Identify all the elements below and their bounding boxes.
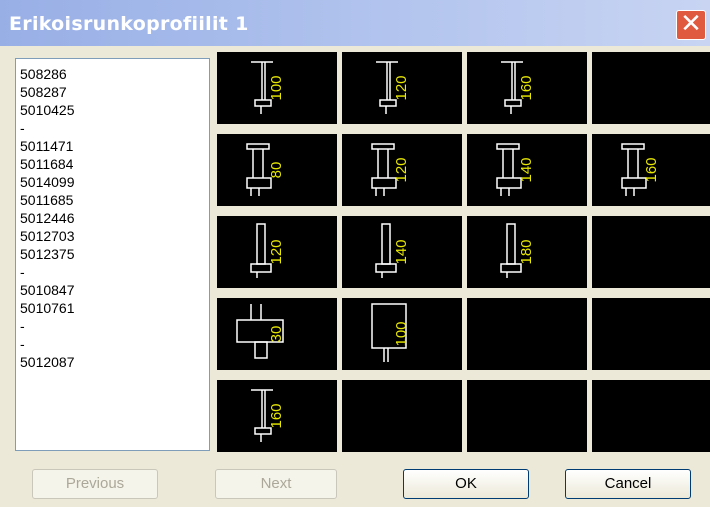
- profile-drawing: 120: [250, 223, 285, 278]
- list-item[interactable]: 5010425: [20, 101, 209, 119]
- profile-size-label: 120: [393, 157, 410, 182]
- profile-drawing: [592, 216, 710, 288]
- profile-thumbnail[interactable]: 160: [217, 380, 337, 452]
- ok-button[interactable]: OK: [403, 469, 529, 499]
- profile-drawing: 30: [236, 304, 285, 359]
- profile-thumbnail[interactable]: 180: [467, 216, 587, 288]
- window-title: Erikoisrunkoprofiilit 1: [9, 13, 249, 35]
- profile-size-label: 160: [643, 157, 660, 182]
- list-item[interactable]: 5012375: [20, 245, 209, 263]
- close-icon: ✕: [680, 9, 702, 39]
- profile-thumbnail[interactable]: 30: [217, 298, 337, 370]
- profile-drawing: [592, 52, 710, 124]
- profile-code-list[interactable]: 508286 508287 5010425-5011471 5011684 501409…: [15, 58, 210, 451]
- list-item[interactable]: 5010761: [20, 299, 209, 317]
- profile-thumbnail[interactable]: 80: [217, 134, 337, 206]
- empty-thumbnail[interactable]: [467, 298, 587, 370]
- list-item[interactable]: 508286: [20, 65, 209, 83]
- profile-drawing: 160: [251, 389, 285, 442]
- profile-drawing: 180: [500, 223, 535, 278]
- dialog-window: Erikoisrunkoprofiilit 1 ✕ 508286 508287 50…: [0, 0, 710, 507]
- profile-size-label: 100: [393, 321, 410, 346]
- profile-thumbnail[interactable]: 120: [342, 134, 462, 206]
- list-item[interactable]: 5010847: [20, 281, 209, 299]
- profile-drawing: 80: [246, 143, 285, 196]
- empty-thumbnail[interactable]: [592, 216, 710, 288]
- profile-size-label: 30: [268, 326, 285, 343]
- empty-thumbnail[interactable]: [592, 52, 710, 124]
- list-item[interactable]: 5011471: [20, 137, 209, 155]
- title-bar: Erikoisrunkoprofiilit 1 ✕: [0, 0, 710, 46]
- profile-size-label: 140: [518, 157, 535, 182]
- cancel-button[interactable]: Cancel: [565, 469, 691, 499]
- profile-thumbnail[interactable]: 140: [342, 216, 462, 288]
- list-item[interactable]: 5012703: [20, 227, 209, 245]
- profile-drawing: [592, 298, 710, 370]
- profile-size-label: 80: [268, 162, 285, 179]
- profile-drawing: [592, 380, 710, 452]
- profile-thumbnail[interactable]: 100: [342, 298, 462, 370]
- profile-size-label: 120: [393, 75, 410, 100]
- profile-drawing: 100: [251, 61, 285, 114]
- profile-thumbnail-grid: 100 120 160 80 120 140 160 120 140 180 30 100 160: [217, 52, 710, 459]
- profile-drawing: 140: [375, 223, 410, 278]
- profile-size-label: 180: [518, 239, 535, 264]
- profile-drawing: 140: [496, 143, 535, 196]
- empty-thumbnail[interactable]: [592, 298, 710, 370]
- list-item[interactable]: 5011685: [20, 191, 209, 209]
- profile-thumbnail[interactable]: 100: [217, 52, 337, 124]
- close-button[interactable]: ✕: [676, 10, 706, 40]
- profile-drawing: 120: [376, 61, 410, 114]
- list-item[interactable]: 508287: [20, 83, 209, 101]
- list-item[interactable]: -: [20, 335, 209, 353]
- list-item[interactable]: 5012087: [20, 353, 209, 371]
- profile-drawing: 160: [621, 143, 660, 196]
- empty-thumbnail[interactable]: [592, 380, 710, 452]
- list-item[interactable]: 5012446: [20, 209, 209, 227]
- profile-drawing: 160: [501, 61, 535, 114]
- profile-drawing: [342, 380, 462, 452]
- empty-thumbnail[interactable]: [342, 380, 462, 452]
- profile-thumbnail[interactable]: 140: [467, 134, 587, 206]
- profile-size-label: 160: [518, 75, 535, 100]
- profile-size-label: 120: [268, 239, 285, 264]
- profile-drawing: 120: [371, 143, 410, 196]
- profile-drawing: [467, 380, 587, 452]
- profile-size-label: 100: [268, 75, 285, 100]
- profile-drawing: [467, 298, 587, 370]
- previous-button[interactable]: Previous: [32, 469, 158, 499]
- list-item[interactable]: -: [20, 317, 209, 335]
- profile-size-label: 140: [393, 239, 410, 264]
- profile-thumbnail[interactable]: 160: [467, 52, 587, 124]
- profile-thumbnail[interactable]: 160: [592, 134, 710, 206]
- profile-drawing: 100: [371, 303, 410, 362]
- profile-thumbnail[interactable]: 120: [342, 52, 462, 124]
- list-item[interactable]: 5014099: [20, 173, 209, 191]
- next-button[interactable]: Next: [215, 469, 337, 499]
- empty-thumbnail[interactable]: [467, 380, 587, 452]
- list-item[interactable]: 5011684: [20, 155, 209, 173]
- list-item[interactable]: -: [20, 119, 209, 137]
- profile-size-label: 160: [268, 403, 285, 428]
- list-item[interactable]: -: [20, 263, 209, 281]
- profile-thumbnail[interactable]: 120: [217, 216, 337, 288]
